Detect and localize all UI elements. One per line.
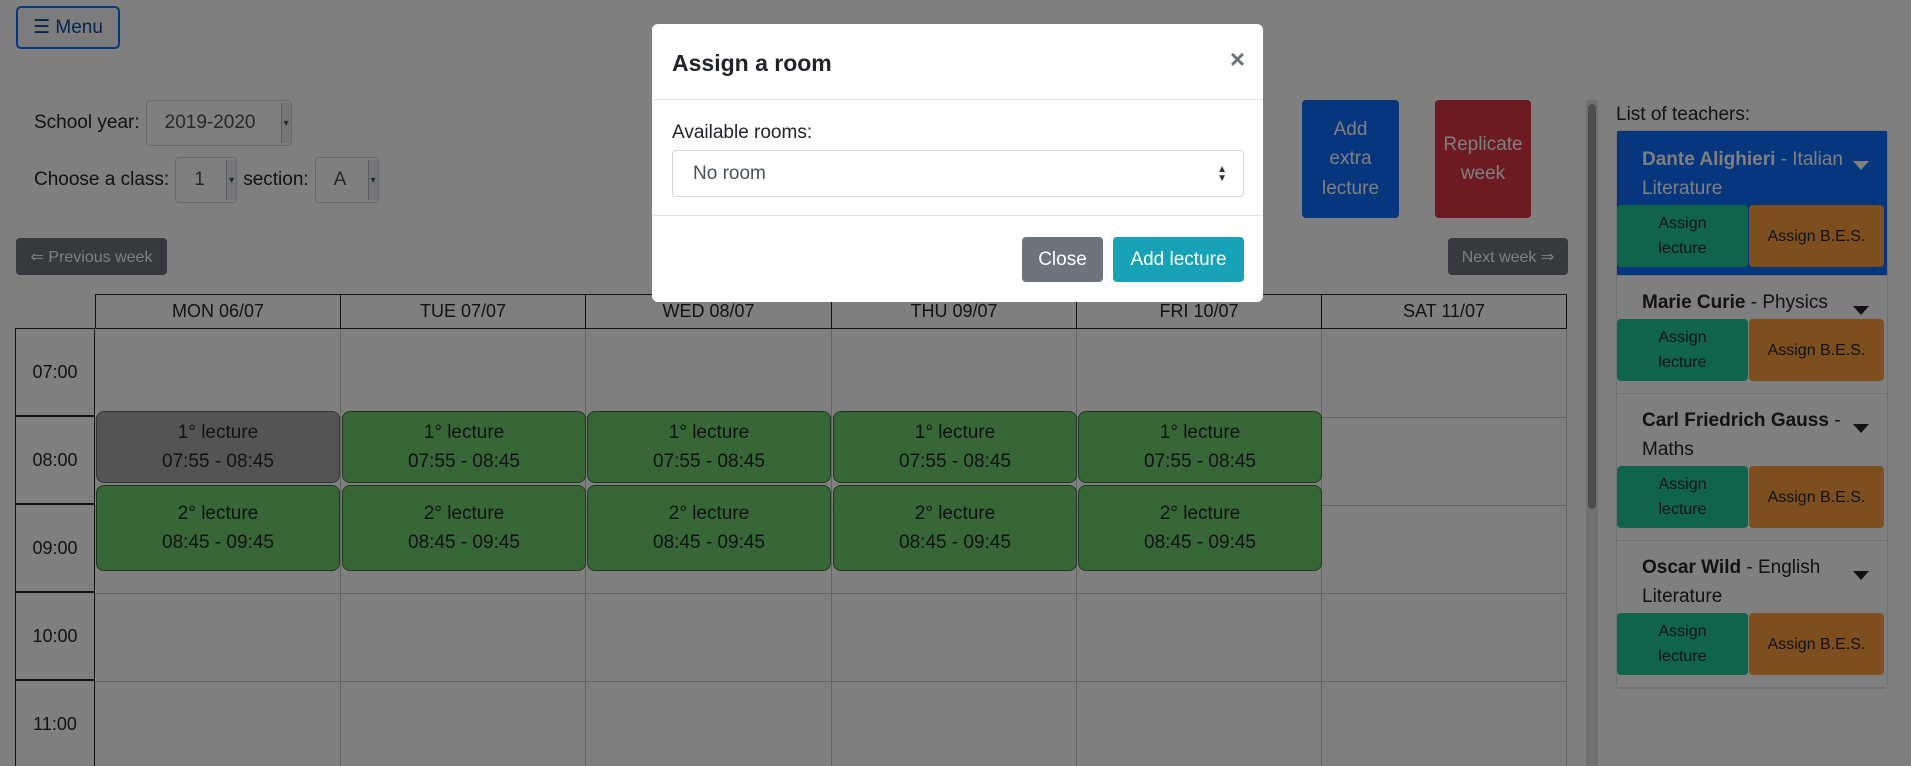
modal-title: Assign a room: [672, 50, 832, 76]
close-icon[interactable]: ×: [1230, 44, 1245, 75]
available-rooms-label: Available rooms:: [672, 122, 813, 143]
assign-room-modal: Assign a room × Available rooms: No room…: [652, 24, 1263, 302]
close-button[interactable]: Close: [1022, 237, 1103, 282]
modal-header: Assign a room ×: [652, 24, 1263, 100]
add-lecture-button[interactable]: Add lecture: [1113, 237, 1244, 282]
available-rooms-select[interactable]: No room ▲ ▼: [672, 150, 1244, 197]
available-rooms-value: No room: [693, 162, 766, 184]
modal-body: Available rooms: No room ▲ ▼: [652, 100, 1263, 216]
select-arrows-icon: ▲ ▼: [1217, 164, 1227, 184]
